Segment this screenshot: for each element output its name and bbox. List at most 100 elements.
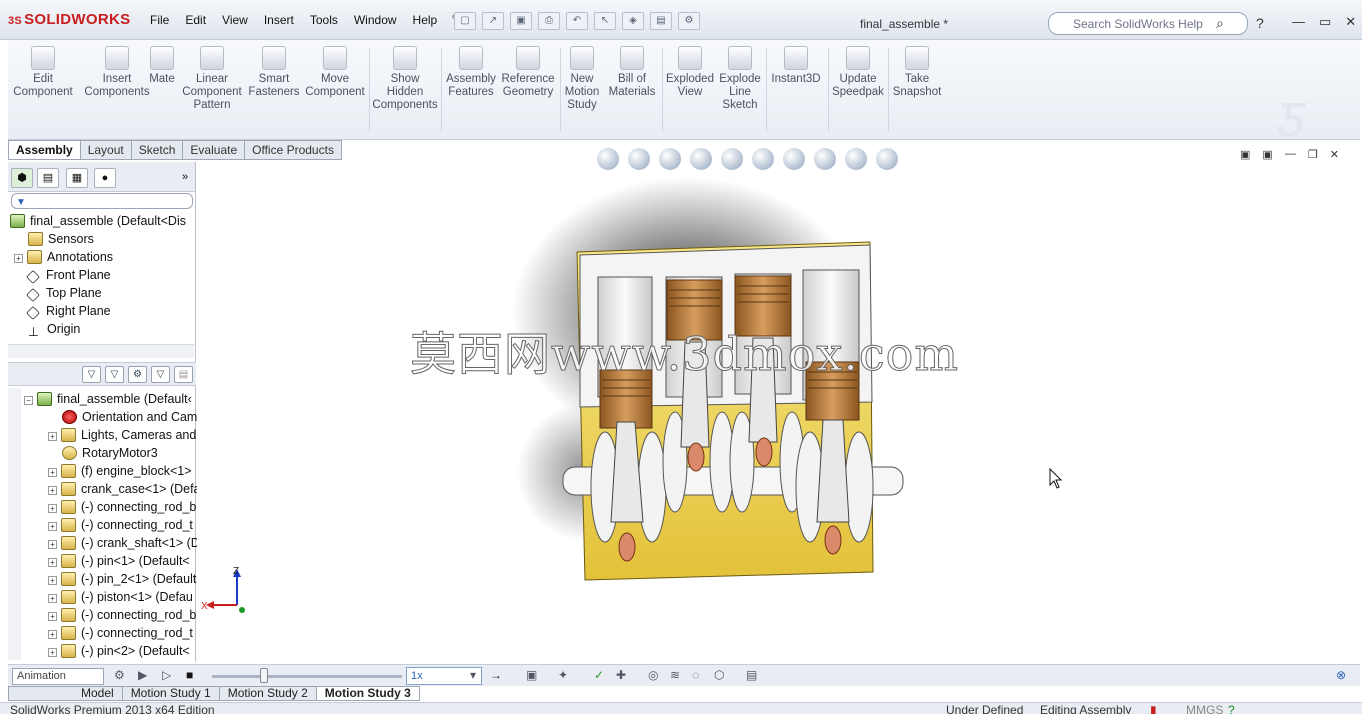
tree-item-top-plane[interactable]: Top Plane <box>25 284 102 303</box>
graphics-area[interactable]: ▣ ▣ — ❐ ✕ <box>197 148 1360 662</box>
menu-insert[interactable]: Insert <box>256 10 302 30</box>
motion-tree-component[interactable]: + (f) engine_block<1> <box>48 462 192 480</box>
filter-animated-icon[interactable]: ▽ <box>82 366 101 383</box>
expand-panel-icon[interactable]: » <box>174 168 196 188</box>
filter-selected-icon[interactable]: ⚙ <box>128 366 147 383</box>
collapse-motion-manager-icon[interactable]: ⊗ <box>1336 668 1346 682</box>
motion-tree-component[interactable]: + (-) crank_shaft<1> (D <box>48 534 200 552</box>
motion-tree-component[interactable]: + (-) connecting_rod_b <box>48 606 196 624</box>
motion-tree-component[interactable]: + (-) pin_2<1> (Default <box>48 570 196 588</box>
tree-item-annotations[interactable]: + Annotations <box>14 248 113 266</box>
motion-tree-component[interactable]: + (-) connecting_rod_b <box>48 498 196 516</box>
save-icon[interactable]: ▣ <box>510 12 532 30</box>
help-icon[interactable]: ? <box>1256 15 1264 31</box>
file-properties-icon[interactable]: ▤ <box>650 12 672 30</box>
menu-tools[interactable]: Tools <box>302 10 346 30</box>
calculate-icon[interactable]: ⚙ <box>114 668 125 682</box>
study-type-select[interactable]: Animation <box>12 668 104 685</box>
linear-component-pattern-button[interactable]: Linear Component Pattern <box>182 46 242 112</box>
damper-icon[interactable]: ◌ <box>692 668 699 682</box>
rebuild-icon[interactable]: ◈ <box>622 12 644 30</box>
motion-tree-scrollbar[interactable] <box>8 388 21 660</box>
instant3d-button[interactable]: Instant3D <box>768 46 824 86</box>
filter-driving-icon[interactable]: ▽ <box>105 366 124 383</box>
expand-icon[interactable]: + <box>48 486 57 495</box>
tab-sketch[interactable]: Sketch <box>131 140 184 160</box>
feature-tree-scrollbar[interactable] <box>8 344 194 358</box>
property-manager-tab-icon[interactable]: ▤ <box>37 168 59 188</box>
tile-icon[interactable]: ▣ <box>1262 148 1272 161</box>
tree-item-front-plane[interactable]: Front Plane <box>25 266 111 285</box>
motion-tree-lights[interactable]: + Lights, Cameras and <box>48 426 196 444</box>
open-icon[interactable]: ↗ <box>482 12 504 30</box>
bill-of-materials-button[interactable]: Bill of Materials <box>606 46 658 99</box>
expand-icon[interactable]: + <box>48 504 57 513</box>
assembly-features-button[interactable]: Assembly Features <box>444 46 498 99</box>
menu-window[interactable]: Window <box>346 10 405 30</box>
reference-geometry-button[interactable]: Reference Geometry <box>500 46 556 99</box>
tab-model[interactable]: Model <box>8 686 123 701</box>
motion-tree-rotary-motor[interactable]: RotaryMotor3 <box>62 444 158 462</box>
new-icon[interactable]: ▢ <box>454 12 476 30</box>
close-icon[interactable]: ✕ <box>1330 148 1339 161</box>
rebuild-indicator-icon[interactable]: ▮ <box>1150 704 1157 714</box>
playback-mode-icon[interactable]: → <box>490 668 502 682</box>
add-key-icon[interactable]: ✚ <box>616 668 626 682</box>
results-icon[interactable]: ▤ <box>746 668 757 682</box>
menu-help[interactable]: Help <box>405 10 446 30</box>
tab-motion-study-1[interactable]: Motion Study 1 <box>122 686 220 701</box>
filter-results-icon[interactable]: ▽ <box>151 366 170 383</box>
expand-icon[interactable]: + <box>48 540 57 549</box>
expand-icon[interactable]: + <box>48 468 57 477</box>
menu-file[interactable]: File <box>142 10 177 30</box>
options-icon[interactable]: ⚙ <box>678 12 700 30</box>
motion-tree-component[interactable]: + (-) connecting_rod_t <box>48 624 193 642</box>
tree-root-final-assemble[interactable]: final_assemble (Default<Dis <box>10 212 186 230</box>
dropdown-icon[interactable]: ▾ <box>470 668 476 682</box>
expand-icon[interactable]: + <box>48 522 57 531</box>
maximize-icon[interactable]: ▭ <box>1319 14 1331 30</box>
animation-wizard-icon[interactable]: ✦ <box>558 668 568 682</box>
filter-all-icon[interactable]: ▤ <box>174 366 193 383</box>
feature-filter-input[interactable]: ▼ <box>11 193 193 209</box>
tab-assembly[interactable]: Assembly <box>8 140 81 160</box>
play-from-start-icon[interactable]: ▶ <box>138 668 147 682</box>
new-motion-study-button[interactable]: New Motion Study <box>562 46 602 112</box>
menu-edit[interactable]: Edit <box>177 10 214 30</box>
tree-item-origin[interactable]: ⊥ Origin <box>28 320 80 339</box>
tab-evaluate[interactable]: Evaluate <box>183 140 246 160</box>
configuration-manager-tab-icon[interactable]: ▦ <box>66 168 88 188</box>
close-icon[interactable]: ✕ <box>1345 14 1356 30</box>
display-manager-tab-icon[interactable]: ● <box>94 168 116 188</box>
motion-tree-root[interactable]: − final_assemble (Default‹ <box>24 390 192 408</box>
tab-motion-study-3[interactable]: Motion Study 3 <box>316 686 420 701</box>
explode-line-sketch-button[interactable]: Explode Line Sketch <box>718 46 762 112</box>
minimize-icon[interactable]: — <box>1292 14 1305 30</box>
collapse-icon[interactable]: − <box>24 396 33 405</box>
motion-tree-component[interactable]: + (-) piston<1> (Defau <box>48 588 193 606</box>
expand-icon[interactable]: + <box>48 576 57 585</box>
motion-tree-component[interactable]: + (-) pin<2> (Default< <box>48 642 190 660</box>
motion-tree-component[interactable]: + (-) pin<1> (Default< <box>48 552 190 570</box>
tree-item-sensors[interactable]: Sensors <box>28 230 94 248</box>
engine-model[interactable] <box>197 162 1360 662</box>
expand-icon[interactable]: + <box>48 648 57 657</box>
motion-tree-component[interactable]: + crank_case<1> (Defa <box>48 480 201 498</box>
feature-manager-tab-icon[interactable]: ⬢ <box>11 168 33 188</box>
update-speedpak-button[interactable]: Update Speedpak <box>830 46 886 99</box>
restore-icon[interactable]: ❐ <box>1308 148 1318 161</box>
mate-button[interactable]: Mate <box>144 46 180 86</box>
playback-slider[interactable] <box>212 675 402 678</box>
tab-layout[interactable]: Layout <box>80 140 132 160</box>
playback-slider-knob[interactable] <box>260 668 268 683</box>
tab-office-products[interactable]: Office Products <box>245 140 342 160</box>
expand-icon[interactable]: + <box>48 630 57 639</box>
expand-icon[interactable]: + <box>48 594 57 603</box>
force-icon[interactable]: ⬡ <box>714 668 724 682</box>
motor-icon[interactable]: ◎ <box>648 668 658 682</box>
expand-icon[interactable]: + <box>48 432 57 441</box>
expand-icon[interactable]: + <box>14 254 23 263</box>
move-component-button[interactable]: Move Component <box>304 46 366 99</box>
show-hidden-components-button[interactable]: Show Hidden Components <box>372 46 438 112</box>
motion-tree-component[interactable]: + (-) connecting_rod_t <box>48 516 193 534</box>
